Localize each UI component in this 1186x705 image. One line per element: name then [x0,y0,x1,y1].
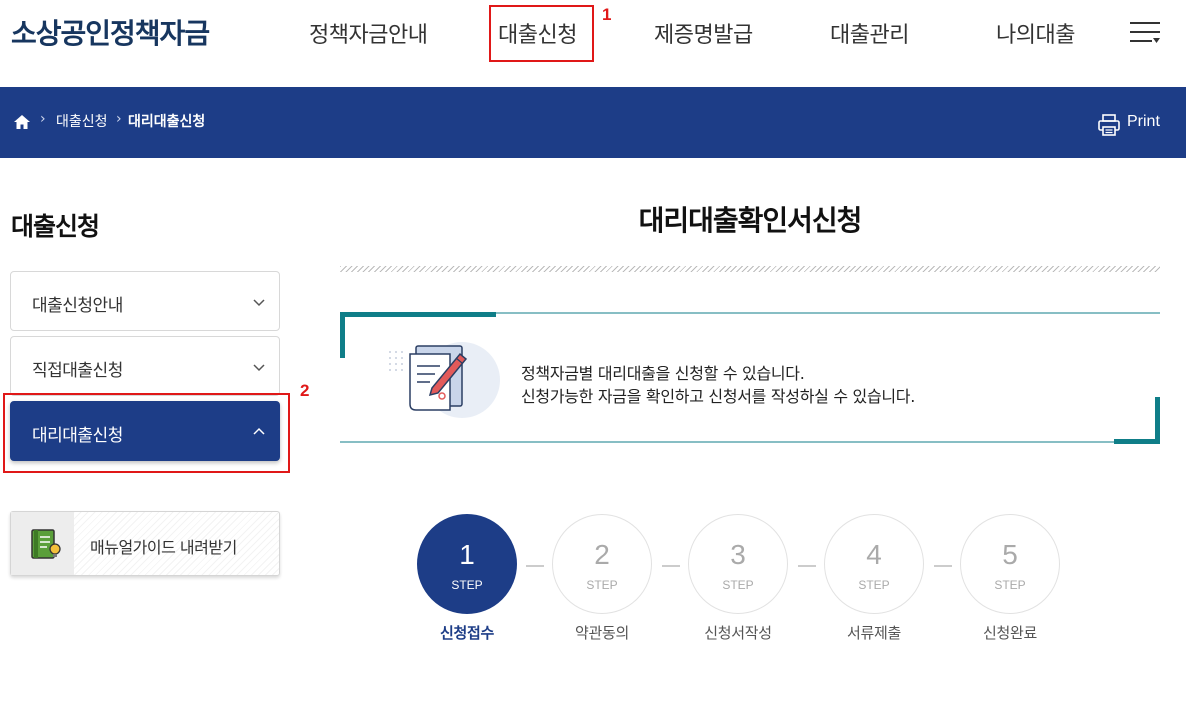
step-number: 3 [730,539,746,570]
sidebar-item-label: 직접대출신청 [32,361,123,381]
site-logo[interactable]: 소상공인정책자금 [11,12,210,52]
info-text-line-1: 정책자금별 대리대출을 신청할 수 있습니다. [521,364,805,383]
step-caption: STEP [994,578,1026,592]
print-label: Print [1127,113,1160,130]
step-label-1: 신청접수 [439,624,494,642]
breadcrumb-item-loan-application[interactable]: 대출신청 [56,111,108,131]
manual-icon-box [11,512,74,575]
step-circle-5: 5 STEP [960,514,1060,614]
step-connector [662,565,680,567]
highlight-box-nav [489,5,594,62]
highlight-box-sidebar [3,393,290,473]
sidebar-item-label: 대출신청안내 [32,296,123,316]
hatch-divider [340,266,1160,272]
step-caption: STEP [586,578,618,592]
nav-certificate-issue[interactable]: 제증명발급 [654,17,753,49]
home-icon[interactable] [13,114,31,130]
chevron-down-icon [253,299,265,307]
step-connector [526,565,544,567]
step-circle-3: 3 STEP [688,514,788,614]
site-header: 소상공인정책자금 정책자금안내 대출신청 제증명발급 대출관리 나의대출 1 [0,0,1186,87]
menu-icon[interactable] [1130,22,1160,44]
step-label-4: 서류제출 [846,624,901,642]
chevron-down-icon [253,364,265,372]
step-number: 4 [866,539,882,570]
step-circle-1: 1 STEP [417,514,517,614]
printer-icon [1098,114,1120,136]
annotation-number-2: 2 [300,381,310,400]
info-text-line-2: 신청가능한 자금을 확인하고 신청서를 작성하실 수 있습니다. [521,387,916,406]
sidebar-item-loan-guide[interactable]: 대출신청안내 [10,271,280,331]
step-caption: STEP [451,578,483,592]
manual-download-label: 매뉴얼가이드 내려받기 [90,538,237,557]
nav-loan-management[interactable]: 대출관리 [830,17,909,49]
step-circle-2: 2 STEP [552,514,652,614]
document-bulb-icon [31,529,61,559]
nav-my-loan[interactable]: 나의대출 [996,17,1075,49]
page-title: 대리대출확인서신청 [638,204,863,237]
step-number: 2 [594,539,610,570]
sidebar-title: 대출신청 [11,212,100,241]
step-number: 5 [1002,539,1018,570]
step-circle-4: 4 STEP [824,514,924,614]
info-box: 정책자금별 대리대출을 신청할 수 있습니다. 신청가능한 자금을 확인하고 신… [340,312,1160,444]
annotation-number-1: 1 [602,5,612,24]
document-pen-icon [389,342,500,418]
step-label-5: 신청완료 [982,624,1037,642]
manual-download-button[interactable]: 매뉴얼가이드 내려받기 [10,511,280,576]
sidebar-item-direct-loan[interactable]: 직접대출신청 [10,336,280,396]
nav-policy-fund-guide[interactable]: 정책자금안내 [309,17,428,49]
chevron-right-icon: › [116,111,122,127]
step-caption: STEP [722,578,754,592]
breadcrumb-item-current: 대리대출신청 [128,114,206,130]
chevron-right-icon: › [40,111,46,127]
step-label-2: 약관동의 [574,624,629,642]
step-connector [798,565,816,567]
step-number: 1 [459,539,475,570]
step-label-3: 신청서작성 [704,624,772,642]
step-connector [934,565,952,567]
breadcrumb-bar: › 대출신청 › 대리대출신청 Print [0,87,1186,158]
step-caption: STEP [858,578,890,592]
